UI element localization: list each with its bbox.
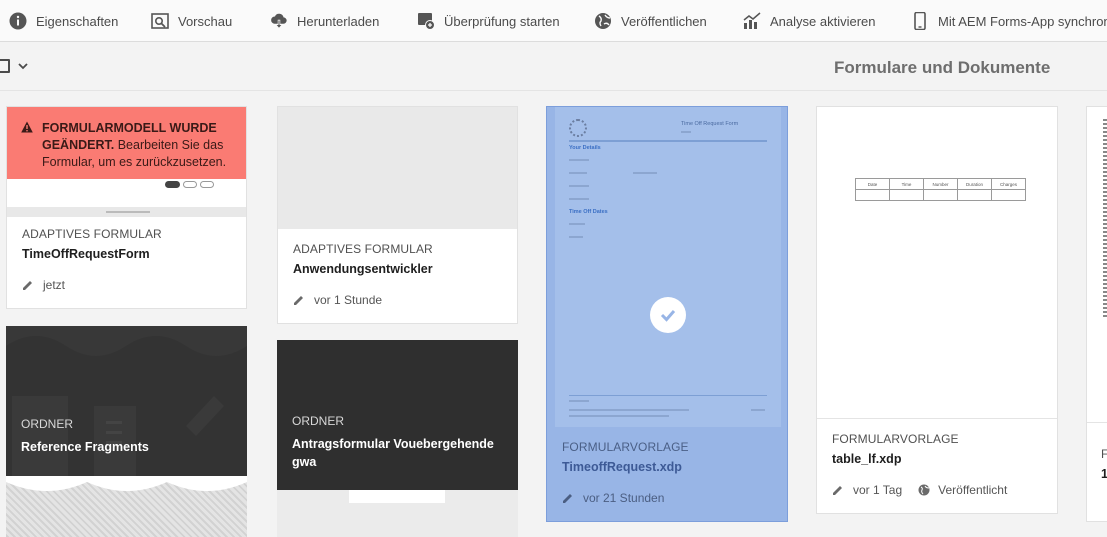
card-modified: vor 1 Tag Veröffentlicht	[832, 483, 1042, 497]
pencil-icon	[563, 494, 572, 503]
card-info: ADAPTIVES FORMULAR Anwendungsentwickler …	[278, 242, 517, 307]
asset-card-timeoffrequest-xdp[interactable]: Time Off Request Form Your Details Time …	[546, 106, 788, 522]
asset-card-partial[interactable]: F 1	[1086, 106, 1107, 522]
folder-type: ORDNER	[21, 417, 74, 431]
card-title: Anwendungsentwickler	[293, 262, 433, 276]
publish-status: Veröffentlicht	[938, 483, 1008, 497]
chevron-down-icon	[18, 63, 28, 70]
enable-analytics-button[interactable]: Analyse aktivieren	[743, 0, 876, 41]
preview-label: Vorschau	[178, 13, 233, 29]
modified-time: jetzt	[43, 278, 66, 292]
card-title: 1	[1101, 467, 1107, 481]
action-toolbar: Eigenschaften Vorschau Herunterladen Übe…	[0, 0, 1107, 42]
thumb-col-time: Time	[889, 178, 924, 190]
thumb-heading: Time Off Request Form	[681, 121, 739, 127]
folder-type: ORDNER	[292, 414, 345, 428]
modified-time: vor 1 Tag	[853, 483, 903, 497]
scalloped-edge	[6, 476, 247, 491]
card-info: FORMULARVORLAGE table_lf.xdp vor 1 Tag V…	[817, 432, 1057, 497]
card-title: TimeoffRequest.xdp	[562, 460, 682, 474]
thumb-col-date: Date	[855, 178, 890, 190]
card-title: table_lf.xdp	[832, 452, 902, 466]
pencil-icon	[833, 486, 842, 495]
thumb-table: Date Time Number Duration Charges	[855, 178, 1026, 201]
card-type: F	[1101, 447, 1107, 461]
document-thumbnail: Time Off Request Form Your Details Time …	[555, 107, 781, 427]
view-switcher[interactable]	[0, 59, 28, 73]
folder-card-antragsformular[interactable]: ORDNER Antragsformular Vouebergehende gw…	[277, 340, 518, 537]
alert-triangle-icon	[21, 121, 33, 133]
download-label: Herunterladen	[297, 13, 380, 29]
thumb-col-duration: Duration	[957, 178, 992, 190]
card-modified: vor 1 Stunde	[293, 293, 502, 307]
asset-card-table-lf-xdp[interactable]: Date Time Number Duration Charges FORMUL…	[816, 106, 1058, 514]
card-thumbnail	[7, 179, 246, 217]
card-info: FORMULARVORLAGE TimeoffRequest.xdp vor 2…	[547, 440, 787, 505]
card-title: TimeOffRequestForm	[22, 247, 150, 261]
card-type: FORMULARVORLAGE	[562, 440, 689, 454]
model-changed-warning: FORMULARMODELL WURDE GEÄNDERT. Bearbeite…	[7, 107, 246, 179]
thumb-col-number: Number	[923, 178, 958, 190]
card-type: FORMULARVORLAGE	[832, 432, 959, 446]
card-modified: vor 21 Stunden	[562, 491, 772, 505]
download-button[interactable]: Herunterladen	[270, 0, 380, 41]
thumb-section-1: Your Details	[569, 145, 601, 151]
folder-title: Antragsformular Vouebergehende gwa	[292, 437, 494, 469]
mobile-phone-icon	[914, 12, 926, 30]
folder-title: Reference Fragments	[21, 440, 149, 454]
properties-label: Eigenschaften	[36, 13, 119, 29]
modified-time: vor 21 Stunden	[583, 491, 665, 505]
card-modified: jetzt	[22, 278, 231, 292]
card-view-icon	[0, 59, 10, 73]
pencil-icon	[23, 281, 32, 290]
document-thumbnail: Date Time Number Duration Charges	[817, 107, 1057, 419]
view-header-bar: Formulare und Dokumente	[0, 43, 1107, 91]
asset-card-anwendungsentwickler[interactable]: ADAPTIVES FORMULAR Anwendungsentwickler …	[277, 106, 518, 324]
start-review-label: Überprüfung starten	[444, 13, 560, 29]
folder-info: ORDNER Reference Fragments	[21, 417, 149, 456]
sync-app-label: Mit AEM Forms-App synchronisi	[938, 13, 1107, 29]
preview-button[interactable]: Vorschau	[151, 0, 233, 41]
thumbnail-preview	[349, 490, 445, 503]
document-thumbnail	[1087, 107, 1107, 423]
card-info: ADAPTIVES FORMULAR TimeOffRequestForm je…	[7, 227, 246, 292]
card-thumbnail	[278, 107, 517, 229]
preview-icon	[151, 13, 169, 29]
selected-check-icon	[650, 297, 686, 333]
pencil-icon	[294, 296, 303, 305]
cloud-download-icon	[271, 13, 287, 29]
card-type: ADAPTIVES FORMULAR	[293, 242, 433, 256]
page-title: Formulare und Dokumente	[834, 58, 1051, 77]
asset-card-timeoffrequestform[interactable]: FORMULARMODELL WURDE GEÄNDERT. Bearbeite…	[6, 106, 247, 309]
thumb-col-charges: Charges	[991, 178, 1026, 190]
modified-time: vor 1 Stunde	[314, 293, 383, 307]
folder-card-reference-fragments[interactable]: ORDNER Reference Fragments	[6, 326, 247, 537]
start-review-button[interactable]: Überprüfung starten	[417, 0, 560, 41]
thumb-section-2: Time Off Dates	[569, 209, 608, 215]
folder-thumbnail-bottom	[6, 476, 247, 537]
globe-published-icon	[918, 484, 930, 496]
sync-app-button[interactable]: Mit AEM Forms-App synchronisi	[911, 0, 1107, 41]
review-icon	[418, 13, 435, 30]
folder-info: ORDNER Antragsformular Vouebergehende gw…	[292, 414, 507, 471]
publish-label: Veröffentlichen	[621, 13, 707, 29]
card-type: ADAPTIVES FORMULAR	[22, 227, 162, 241]
enable-analytics-label: Analyse aktivieren	[770, 13, 876, 29]
analytics-chart-icon	[743, 12, 761, 29]
info-icon	[9, 12, 27, 30]
form-logo-icon	[569, 119, 587, 137]
properties-button[interactable]: Eigenschaften	[9, 0, 119, 41]
globe-icon	[595, 13, 611, 29]
publish-button[interactable]: Veröffentlichen	[594, 0, 707, 41]
